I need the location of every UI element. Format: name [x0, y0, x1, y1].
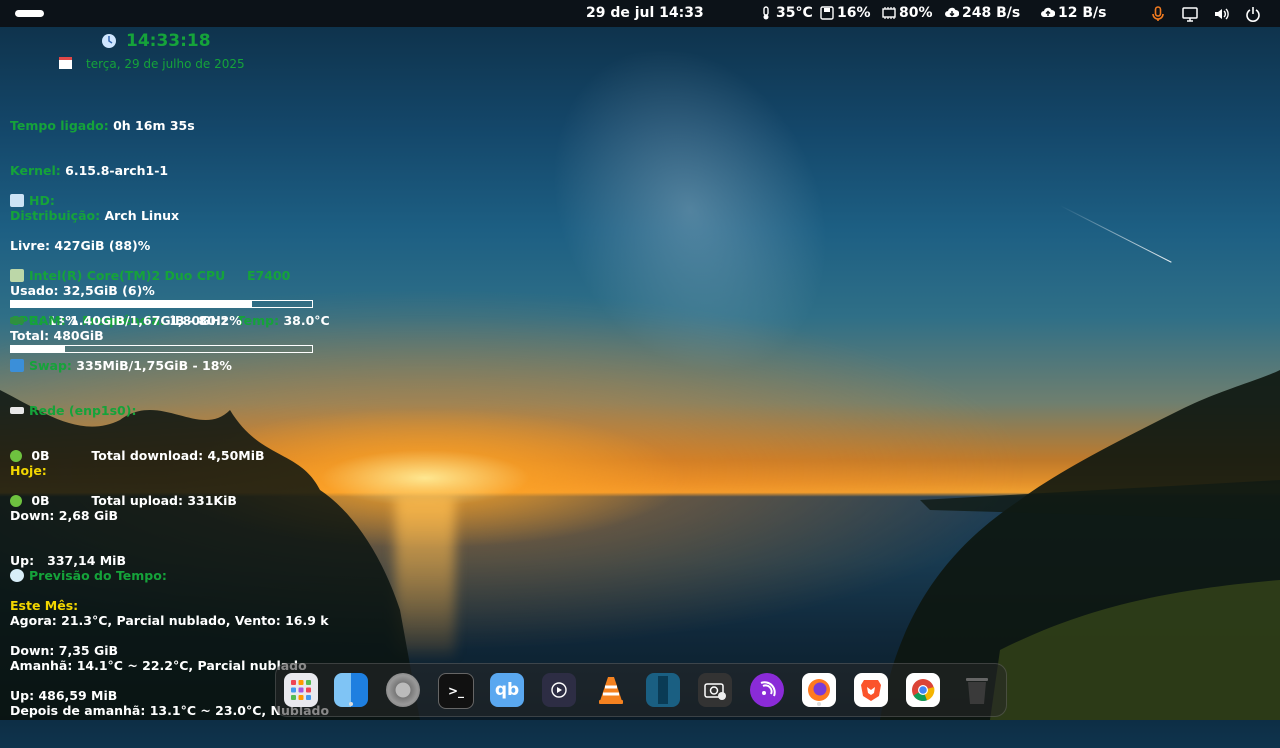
memory-value: 80% — [899, 5, 933, 21]
cloud-download-icon — [945, 7, 959, 17]
ram-bar-fill — [11, 301, 253, 307]
settings-icon[interactable] — [386, 673, 420, 707]
dock: >_ qb — [275, 663, 1007, 717]
memory-indicator[interactable]: 80% — [882, 5, 933, 21]
weather-label: Previsão do Tempo: — [29, 568, 167, 583]
ram-label: RAM: — [29, 313, 66, 328]
microphone-icon[interactable] — [1150, 6, 1166, 22]
milky-way — [500, 0, 880, 420]
app-grid-icon[interactable] — [284, 673, 318, 707]
brave-icon[interactable] — [854, 673, 888, 707]
running-indicator — [349, 702, 353, 706]
book-reader-icon[interactable] — [646, 673, 680, 707]
net-label: Rede (enp1s0): — [29, 403, 137, 418]
ram-icon — [10, 317, 24, 324]
screenshot-icon[interactable] — [698, 673, 732, 707]
ethernet-icon — [10, 407, 24, 414]
swap-bar-fill — [11, 346, 66, 352]
today-down: Down: 2,68 GiB — [10, 508, 119, 523]
trash-icon[interactable] — [960, 673, 994, 707]
activities-button[interactable] — [15, 10, 44, 17]
sun-reflection — [395, 495, 455, 655]
upload-value: 12 B/s — [1058, 5, 1107, 21]
finder-icon[interactable] — [334, 673, 368, 707]
qbittorrent-icon[interactable]: qb — [490, 673, 524, 707]
disk-icon — [820, 6, 834, 20]
temp-value: 38.0°C — [283, 313, 330, 328]
weather-now: Agora: 21.3°C, Parcial nublado, Vento: 1… — [10, 613, 329, 628]
swap-icon — [10, 359, 24, 372]
vlc-icon[interactable] — [594, 673, 628, 707]
chrome-icon[interactable] — [906, 673, 940, 707]
today-label: Hoje: — [10, 463, 47, 478]
temp-label: Temp: — [236, 313, 280, 328]
uptime-value: 0h 16m 35s — [113, 118, 195, 133]
thermometer-icon — [763, 6, 769, 20]
disk-value: 16% — [837, 5, 871, 21]
meteor-streak — [1059, 205, 1172, 263]
top-clock[interactable]: 29 de jul 14:33 — [586, 5, 704, 21]
network-wired-icon[interactable] — [1182, 6, 1198, 22]
hard-drive-icon — [10, 194, 24, 207]
top-bar: 29 de jul 14:33 35°C 16% 80% 248 B/s 12 … — [0, 0, 1280, 27]
running-indicator — [817, 702, 821, 706]
hd-label: HD: — [29, 193, 55, 208]
download-value: 248 B/s — [962, 5, 1021, 21]
download-indicator[interactable]: 248 B/s — [945, 5, 1020, 21]
uptime-label: Tempo ligado: — [10, 118, 109, 133]
swap-value: 335MiB/1,75GiB - 18% — [76, 358, 232, 373]
calendar-icon — [59, 57, 72, 69]
temperature-indicator[interactable]: 35°C — [759, 5, 813, 21]
cpu-chip-icon — [10, 269, 24, 282]
clock-rocket-icon — [102, 34, 116, 48]
firefox-icon[interactable] — [802, 673, 836, 707]
swap-label: Swap: — [29, 358, 72, 373]
cpu-name: Intel(R) Core(TM)2 Duo CPU E7400 — [29, 268, 291, 283]
temperature-value: 35°C — [776, 5, 813, 21]
cloud-upload-icon — [1041, 7, 1055, 17]
volume-icon[interactable] — [1213, 6, 1229, 22]
video-player-icon[interactable] — [542, 673, 576, 707]
terminal-icon[interactable]: >_ — [438, 673, 474, 709]
conky-date: terça, 29 de julho de 2025 — [86, 57, 245, 71]
power-icon[interactable] — [1245, 6, 1261, 22]
ram-value: 1.40GiB/1,67GiB - 80.2% — [70, 313, 242, 328]
conky-time: 14:33:18 — [126, 31, 211, 51]
weather-icon — [10, 569, 24, 582]
upload-indicator[interactable]: 12 B/s — [1041, 5, 1106, 21]
disk-indicator[interactable]: 16% — [820, 5, 871, 21]
podcast-icon[interactable] — [750, 673, 784, 707]
memory-icon — [882, 7, 896, 19]
swap-bar — [10, 345, 313, 353]
ram-bar — [10, 300, 313, 308]
